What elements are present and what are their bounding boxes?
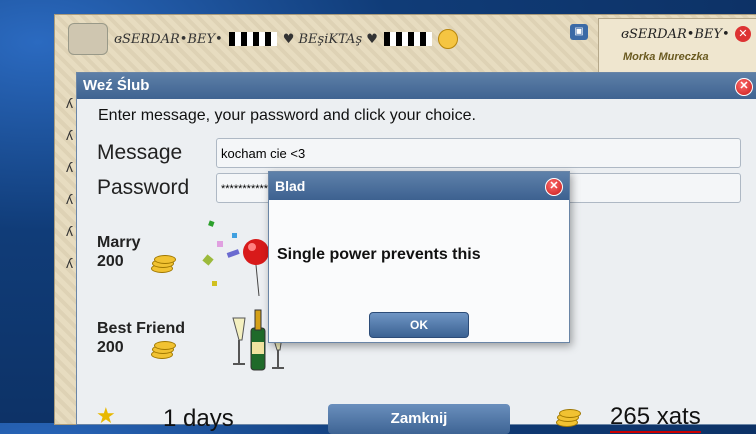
error-message: Single power prevents this <box>277 246 481 263</box>
user-list-entry[interactable]: ɞSERDAR•BEY• Morka Mureczka <box>598 18 756 76</box>
pattern-decoration <box>383 32 432 46</box>
star-icon: ★ <box>96 403 116 428</box>
message-input[interactable]: kocham cie <3 <box>216 138 741 168</box>
coins-icon <box>151 255 176 273</box>
dialog-close-icon[interactable]: ✕ <box>735 78 753 96</box>
user-list-status: Morka Mureczka <box>623 51 709 63</box>
best-friend-label: Best Friend <box>97 320 186 337</box>
error-dialog: Blad ✕ Single power prevents this OK <box>268 171 570 343</box>
chat-username: ɞSERDAR•BEY• <box>114 31 223 47</box>
chat-message-row: ɞSERDAR•BEY• ♥ BEşiKTAş ♥ <box>68 22 458 56</box>
xats-balance: 265 xats <box>610 403 701 433</box>
message-label: Message <box>97 141 183 164</box>
chat-tag: ♥ BEşiKTAş ♥ <box>282 31 378 47</box>
coins-icon <box>151 341 176 359</box>
days-text: 1 days <box>163 405 234 432</box>
coins-icon <box>556 409 581 427</box>
error-close-icon[interactable]: ✕ <box>545 178 563 196</box>
user-avatar <box>68 23 108 55</box>
lock-icon[interactable]: ▣ <box>570 24 588 40</box>
user-list-name: ɞSERDAR•BEY• <box>621 27 730 42</box>
dialog-title: Weź Ślub <box>77 73 756 99</box>
error-title: Blad <box>269 172 569 200</box>
ok-button[interactable]: OK <box>369 312 469 338</box>
close-button[interactable]: Zamknij <box>328 404 510 434</box>
smiley-icon <box>437 29 458 49</box>
close-icon[interactable]: ✕ <box>735 26 751 42</box>
marry-option[interactable]: Marry 200 <box>97 233 141 271</box>
dialog-instructions: Enter message, your password and click y… <box>98 107 476 124</box>
password-label: Password <box>97 176 190 199</box>
balloon-confetti-icon[interactable] <box>202 220 277 297</box>
pattern-decoration <box>228 32 277 46</box>
marry-price: 200 <box>97 253 124 270</box>
marry-label: Marry <box>97 234 141 251</box>
